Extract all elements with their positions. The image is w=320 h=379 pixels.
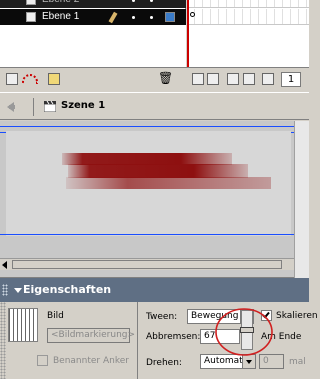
symbol-type-label: Bild: [47, 311, 64, 321]
timeline-toolbar: 🗑 1: [0, 67, 309, 92]
divider: [33, 98, 34, 116]
layer-page-icon: [26, 0, 36, 5]
onion-skin-icon[interactable]: [207, 73, 219, 85]
clapperboard-icon: [44, 100, 56, 112]
named-anchor-label: Benannter Anker: [53, 356, 129, 366]
layer-color-swatch[interactable]: [165, 12, 175, 22]
layer-name: Ebene 1: [42, 11, 80, 22]
visibility-dot-icon[interactable]: [132, 0, 135, 2]
guide-line[interactable]: [0, 126, 294, 127]
scroll-thumb[interactable]: [12, 260, 282, 269]
edit-multiple-frames-icon[interactable]: [243, 73, 255, 85]
stage[interactable]: [0, 121, 309, 278]
ease-label: Abbremsen:: [146, 332, 201, 342]
properties-title: Eigenschaften: [23, 283, 112, 296]
visibility-dot-icon[interactable]: [132, 16, 135, 19]
scale-label: Skalieren: [276, 311, 318, 321]
collapse-triangle-icon[interactable]: [14, 288, 22, 293]
properties-header[interactable]: Eigenschaften: [0, 278, 309, 302]
scene-bar: Szene 1: [0, 92, 309, 120]
add-motion-guide-icon[interactable]: [22, 74, 38, 84]
layer-page-icon: [26, 12, 36, 22]
bitmap-symbol-icon: [8, 308, 38, 342]
layer-list: Ebene 2 Ebene 1: [0, 0, 186, 67]
trash-icon[interactable]: 🗑: [158, 72, 173, 85]
layer-row[interactable]: Ebene 2: [0, 0, 186, 8]
layer-name: Ebene 2: [42, 0, 79, 8]
onion-skin-outlines-icon[interactable]: [227, 73, 239, 85]
stage-canvas[interactable]: [6, 131, 291, 236]
frame-grid[interactable]: [187, 0, 309, 67]
pencil-icon: [108, 11, 118, 24]
annotation-circle: [215, 308, 273, 356]
keyframe-icon[interactable]: [190, 12, 195, 17]
scene-label[interactable]: Szene 1: [61, 100, 105, 111]
vertical-scrollbar[interactable]: [294, 121, 309, 278]
panel-grip[interactable]: [2, 284, 8, 296]
rotate-times-unit: mal: [289, 357, 306, 367]
frame-row[interactable]: [187, 9, 309, 25]
modify-onion-markers-icon[interactable]: [262, 73, 274, 85]
frame-row[interactable]: [187, 0, 309, 8]
back-arrow-icon[interactable]: [7, 102, 15, 112]
center-frame-icon[interactable]: [192, 73, 204, 85]
motion-blur-shape[interactable]: [6, 131, 291, 236]
add-folder-icon[interactable]: [48, 73, 60, 85]
add-layer-icon[interactable]: [6, 73, 18, 85]
lock-dot-icon[interactable]: [150, 0, 153, 2]
named-anchor-checkbox[interactable]: [37, 355, 48, 366]
layer-list-empty: [0, 25, 186, 67]
instance-name-field[interactable]: <Bildmarkierung>: [47, 328, 135, 343]
current-frame-field: 1: [281, 72, 301, 87]
lock-dot-icon[interactable]: [150, 16, 153, 19]
layer-row-selected[interactable]: Ebene 1: [0, 9, 186, 25]
divider: [137, 302, 138, 379]
panel-grip[interactable]: [0, 302, 6, 379]
timeline-panel: Ebene 2 Ebene 1 🗑 1: [0, 0, 309, 92]
horizontal-scrollbar[interactable]: [0, 258, 294, 270]
guide-line[interactable]: [0, 234, 294, 235]
scroll-left-arrow-icon[interactable]: [2, 261, 7, 269]
tween-label: Tween:: [146, 312, 178, 322]
rotate-label: Drehen:: [146, 358, 182, 368]
